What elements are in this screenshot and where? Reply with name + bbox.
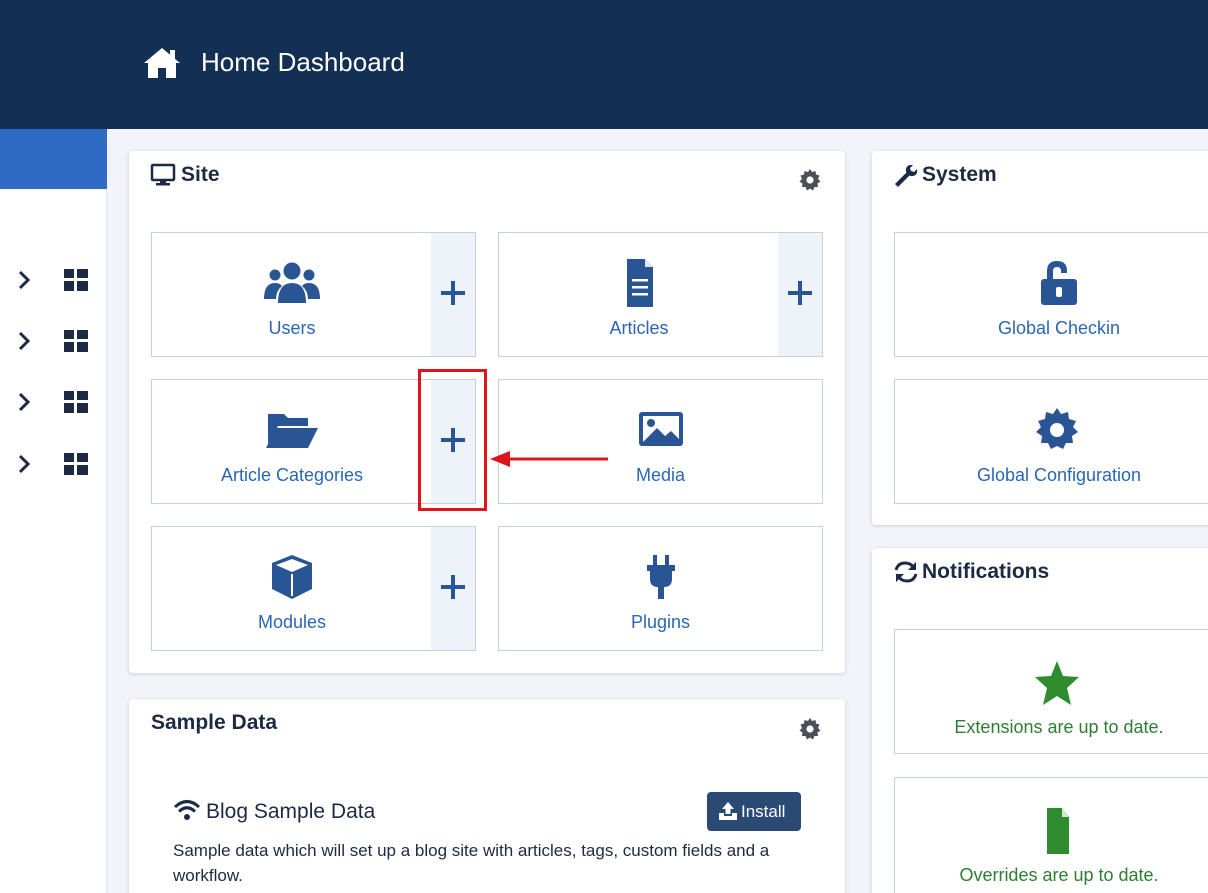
plus-icon bbox=[441, 428, 465, 452]
sidebar-menu-item-4[interactable] bbox=[0, 444, 107, 484]
global-checkin-label: Global Checkin bbox=[997, 318, 1121, 338]
plugins-label: Plugins bbox=[630, 612, 691, 632]
articles-link[interactable]: Articles bbox=[499, 233, 779, 356]
system-card-title: System bbox=[922, 163, 997, 186]
star-icon bbox=[1035, 661, 1079, 705]
top-header: Home Dashboard bbox=[0, 0, 1208, 129]
grid-icon bbox=[64, 391, 88, 413]
wifi-icon bbox=[173, 800, 201, 820]
articles-tile: Articles bbox=[498, 232, 823, 357]
media-label: Media bbox=[635, 465, 686, 485]
sidebar-menu-item-3[interactable] bbox=[0, 382, 107, 422]
plus-icon bbox=[441, 575, 465, 599]
global-configuration-label: Global Configuration bbox=[976, 465, 1142, 485]
plus-icon bbox=[441, 281, 465, 305]
overrides-status-link[interactable]: Overrides are up to date. bbox=[895, 778, 1208, 893]
users-label: Users bbox=[268, 318, 316, 338]
blog-sample-data-description: Sample data which will set up a blog sit… bbox=[173, 841, 770, 885]
notifications-card-title: Notifications bbox=[922, 560, 1050, 583]
install-button[interactable]: Install bbox=[707, 792, 801, 831]
extensions-status-label: Extensions are up to date. bbox=[954, 717, 1164, 737]
unlock-icon bbox=[1041, 261, 1077, 305]
add-article-button[interactable] bbox=[778, 233, 822, 356]
add-user-button[interactable] bbox=[431, 233, 475, 356]
site-card-title: Site bbox=[181, 163, 220, 186]
global-checkin-link[interactable]: Global Checkin bbox=[895, 233, 1208, 356]
grid-icon bbox=[64, 453, 88, 475]
overrides-status-label: Overrides are up to date. bbox=[959, 865, 1159, 885]
sidebar-active-item[interactable] bbox=[0, 129, 107, 189]
articles-label: Articles bbox=[609, 318, 669, 338]
modules-label: Modules bbox=[257, 612, 327, 632]
global-checkin-tile: Global Checkin bbox=[894, 232, 1208, 357]
chevron-right-icon bbox=[18, 270, 31, 290]
plugins-link[interactable]: Plugins bbox=[499, 527, 822, 650]
cog-icon bbox=[1036, 408, 1078, 449]
plug-icon bbox=[647, 555, 675, 599]
article-categories-link[interactable]: Article Categories bbox=[152, 380, 432, 503]
users-tile: Users bbox=[151, 232, 476, 357]
gear-icon[interactable] bbox=[798, 717, 822, 741]
wrench-icon bbox=[895, 164, 918, 187]
sync-icon bbox=[894, 561, 918, 583]
chevron-right-icon bbox=[18, 392, 31, 412]
gear-icon[interactable] bbox=[798, 168, 822, 192]
install-label: Install bbox=[741, 802, 786, 821]
overrides-status-tile: Overrides are up to date. bbox=[894, 777, 1208, 893]
folder-open-icon bbox=[266, 414, 318, 448]
grid-icon bbox=[64, 330, 88, 352]
plus-icon bbox=[788, 281, 812, 305]
upload-icon bbox=[719, 802, 737, 820]
global-configuration-link[interactable]: Global Configuration bbox=[895, 380, 1208, 503]
file-alt-icon bbox=[627, 259, 653, 307]
users-icon bbox=[264, 262, 320, 303]
page-title: Home Dashboard bbox=[201, 47, 405, 77]
plugins-tile: Plugins bbox=[498, 526, 823, 651]
grid-icon bbox=[64, 269, 88, 291]
article-categories-tile: Article Categories bbox=[151, 379, 476, 504]
sample-data-title: Sample Data bbox=[151, 711, 278, 734]
sidebar bbox=[0, 129, 107, 893]
home-icon[interactable] bbox=[142, 46, 182, 80]
media-tile: Media bbox=[498, 379, 823, 504]
desktop-icon bbox=[150, 163, 176, 186]
global-configuration-tile: Global Configuration bbox=[894, 379, 1208, 504]
modules-link[interactable]: Modules bbox=[152, 527, 432, 650]
media-link[interactable]: Media bbox=[499, 380, 822, 503]
extensions-status-tile: Extensions are up to date. bbox=[894, 629, 1208, 754]
cube-icon bbox=[272, 555, 312, 599]
sidebar-menu-item-2[interactable] bbox=[0, 321, 107, 361]
add-module-button[interactable] bbox=[431, 527, 475, 650]
sidebar-menu-item-1[interactable] bbox=[0, 260, 107, 300]
add-category-button[interactable] bbox=[431, 380, 475, 503]
article-categories-label: Article Categories bbox=[220, 465, 364, 485]
chevron-right-icon bbox=[18, 331, 31, 351]
modules-tile: Modules bbox=[151, 526, 476, 651]
file-icon bbox=[1047, 808, 1069, 854]
image-icon bbox=[639, 412, 683, 446]
users-link[interactable]: Users bbox=[152, 233, 432, 356]
blog-sample-data-title: Blog Sample Data bbox=[206, 800, 376, 823]
chevron-right-icon bbox=[18, 454, 31, 474]
extensions-status-link[interactable]: Extensions are up to date. bbox=[895, 630, 1208, 753]
